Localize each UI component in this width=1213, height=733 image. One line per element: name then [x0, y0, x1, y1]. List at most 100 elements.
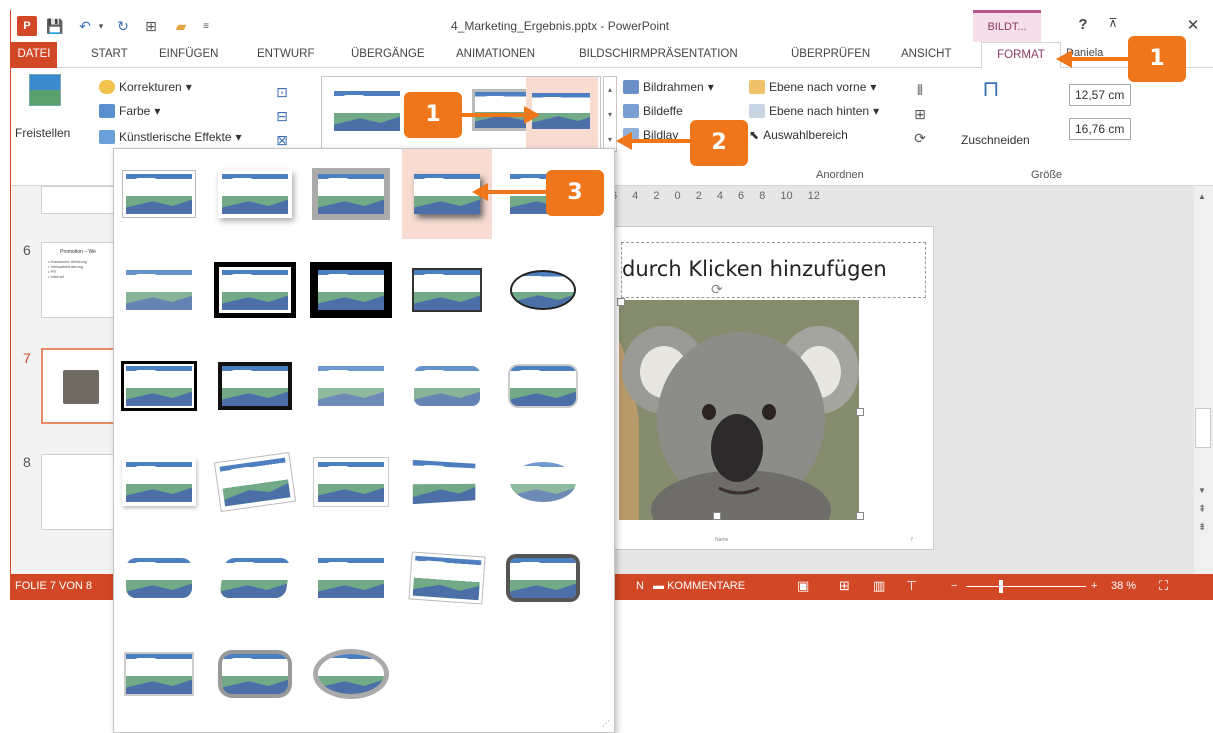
koala-thumb-image [63, 370, 99, 404]
style-option-14[interactable] [402, 341, 492, 431]
style-option-10[interactable] [498, 245, 588, 335]
align-icon[interactable]: ⫴ [911, 80, 929, 100]
style-option-27[interactable] [210, 629, 300, 719]
bildeffekte-button[interactable]: Bildeffe [623, 104, 683, 118]
height-field[interactable]: 12,57 cm [1069, 84, 1131, 106]
customize-qat-icon[interactable]: ≡ [199, 16, 213, 36]
save-icon[interactable]: 💾 [45, 16, 65, 36]
koala-image[interactable] [619, 300, 859, 520]
fit-to-window-icon[interactable]: ⛶ [1159, 578, 1168, 594]
style-option-24[interactable] [402, 533, 492, 623]
picture-tools-label[interactable]: BILDT... [973, 10, 1041, 42]
style-option-18[interactable] [306, 437, 396, 527]
style-option-3[interactable] [306, 149, 396, 239]
style-option-7[interactable] [210, 245, 300, 335]
slide-number-7: 7 [23, 350, 31, 366]
scroll-up-icon[interactable]: ▲ [1198, 192, 1206, 201]
gallery-style-1[interactable] [334, 91, 400, 131]
title-placeholder[interactable]: durch Klicken hinzufügen [621, 242, 926, 298]
style-option-13[interactable] [306, 341, 396, 431]
style-option-12[interactable] [210, 341, 300, 431]
start-presentation-icon[interactable]: ⊞ [141, 16, 161, 36]
tab-uebergaenge[interactable]: ÜBERGÄNGE [351, 42, 425, 68]
ebene-nach-hinten-button[interactable]: Ebene nach hinten ▾ [749, 104, 879, 118]
style-option-1[interactable] [114, 149, 204, 239]
slide-thumbnail-5[interactable] [41, 186, 115, 214]
tab-bildschirmpraesentation[interactable]: BILDSCHIRMPRÄSENTATION [579, 42, 738, 68]
kuenstlerische-effekte-button[interactable]: Künstlerische Effekte ▾ [99, 130, 242, 144]
slide-thumbnail-6[interactable]: Promotion – We • Klassische Werbung • Ve… [41, 242, 115, 318]
undo-icon[interactable]: ↶ [75, 16, 95, 36]
slide-thumbnail-8[interactable] [41, 454, 115, 530]
tab-ansicht[interactable]: ANSICHT [901, 42, 951, 68]
zoom-slider[interactable] [966, 586, 1086, 587]
undo-dropdown-icon[interactable]: ▾ [95, 16, 107, 36]
style-option-28[interactable] [306, 629, 396, 719]
style-option-11[interactable] [114, 341, 204, 431]
auswahlbereich-button[interactable]: ⬉ Auswahlbereich [749, 128, 848, 142]
zoom-slider-thumb[interactable] [999, 580, 1003, 593]
resize-grip-icon[interactable]: ⋰ [602, 719, 610, 728]
resize-handle[interactable] [856, 512, 864, 520]
farbe-button[interactable]: Farbe ▾ [99, 104, 160, 118]
zoom-in-icon[interactable]: + [1091, 580, 1097, 592]
ebene-nach-vorne-button[interactable]: Ebene nach vorne ▾ [749, 80, 876, 94]
style-option-21[interactable] [114, 533, 204, 623]
group-icon[interactable]: ⊞ [911, 104, 929, 124]
crop-icon[interactable]: ⊓ [971, 76, 1011, 116]
style-option-20[interactable] [498, 437, 588, 527]
resize-handle[interactable] [617, 298, 625, 306]
resize-handle[interactable] [713, 512, 721, 520]
tab-datei[interactable]: DATEI [11, 42, 57, 68]
vertical-scrollbar[interactable]: ▲ ▼ ⇞ ⇟ [1194, 186, 1213, 574]
change-picture-icon[interactable]: ⊟ [273, 106, 291, 126]
tab-einfuegen[interactable]: EINFÜGEN [159, 42, 218, 68]
tab-start[interactable]: START [91, 42, 128, 68]
style-option-2[interactable] [210, 149, 300, 239]
scroll-thumb[interactable] [1195, 408, 1211, 448]
style-option-8[interactable] [306, 245, 396, 335]
bildrahmen-button[interactable]: Bildrahmen ▾ [623, 80, 714, 94]
freistellen-button[interactable]: Freistellen [15, 126, 70, 140]
style-option-16[interactable] [114, 437, 204, 527]
width-field[interactable]: 16,76 cm [1069, 118, 1131, 140]
style-option-6[interactable] [114, 245, 204, 335]
zoom-level[interactable]: 38 % [1111, 580, 1136, 592]
style-option-23[interactable] [306, 533, 396, 623]
notes-button[interactable]: N [636, 580, 644, 592]
help-icon[interactable]: ? [1073, 16, 1093, 33]
open-folder-icon[interactable]: ▰ [171, 16, 191, 36]
style-option-15[interactable] [498, 341, 588, 431]
style-option-25[interactable] [498, 533, 588, 623]
style-option-26[interactable] [114, 629, 204, 719]
close-icon[interactable]: ✕ [1183, 16, 1203, 34]
style-option-17[interactable] [210, 437, 300, 527]
redo-icon[interactable]: ↻ [113, 16, 133, 36]
slideshow-icon[interactable]: ⊤ [906, 578, 917, 594]
style-option-22[interactable] [210, 533, 300, 623]
next-slide-icon[interactable]: ⇟ [1198, 522, 1206, 533]
normal-view-icon[interactable]: ▣ [797, 578, 809, 594]
tab-ueberpruefen[interactable]: ÜBERPRÜFEN [791, 42, 870, 68]
korrekturen-button[interactable]: Korrekturen ▾ [99, 80, 192, 94]
tab-format[interactable]: FORMAT [981, 42, 1061, 69]
tab-animationen[interactable]: ANIMATIONEN [456, 42, 535, 68]
rotate-handle-icon[interactable]: ⟳ [711, 281, 723, 298]
reset-picture-icon[interactable]: ⊠ [273, 130, 291, 150]
style-option-19[interactable] [402, 437, 492, 527]
tab-entwurf[interactable]: ENTWURF [257, 42, 315, 68]
zuschneiden-button[interactable]: Zuschneiden [961, 133, 1030, 147]
scroll-down-icon[interactable]: ▼ [1198, 486, 1206, 495]
zoom-out-icon[interactable]: − [951, 580, 957, 592]
slide-sorter-icon[interactable]: ⊞ [839, 578, 850, 594]
comments-button[interactable]: ▬ KOMMENTARE [653, 580, 745, 592]
slide-thumbnail-7-selected[interactable] [41, 348, 115, 424]
reading-view-icon[interactable]: ▥ [873, 578, 885, 594]
previous-slide-icon[interactable]: ⇞ [1198, 504, 1206, 515]
style-option-9[interactable] [402, 245, 492, 335]
rotate-icon[interactable]: ⟳ [911, 128, 929, 148]
resize-handle[interactable] [856, 408, 864, 416]
compress-pictures-icon[interactable]: ⊡ [273, 82, 291, 102]
gallery-scroll[interactable]: ▴ ▾ ▾ [603, 76, 617, 152]
ribbon-display-icon[interactable]: ⊼ [1103, 16, 1123, 30]
